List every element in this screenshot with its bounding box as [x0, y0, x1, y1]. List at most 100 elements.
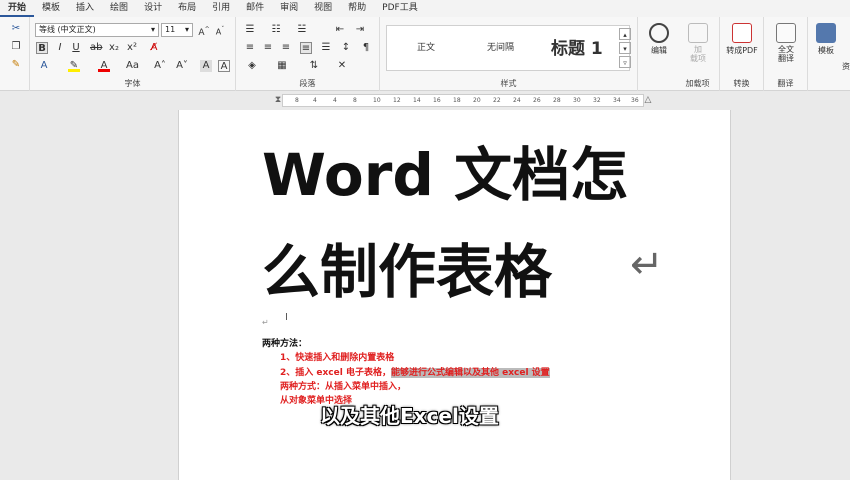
align-left-icon[interactable]: ≡	[244, 42, 256, 54]
text-effects-icon[interactable]: A	[38, 60, 50, 72]
ruler-tick: 24	[513, 97, 521, 104]
justify-icon[interactable]: ≡	[300, 42, 312, 54]
format-painter-icon[interactable]: ✎	[10, 59, 22, 71]
shrink-font-2-icon[interactable]: A˅	[176, 60, 188, 72]
resource-label[interactable]: 资	[842, 61, 850, 72]
copy-icon[interactable]: ❐	[10, 41, 22, 53]
chevron-down-icon: ▾	[150, 25, 155, 34]
convert-group: 转成PDF 转换	[720, 17, 764, 91]
font-group: 等线 (中文正文) ▾ 11 ▾ A^ Aˇ B I U ab x₂ x² A̸ A…	[30, 17, 236, 91]
font-case-icon[interactable]: Aa	[126, 60, 139, 72]
gallery-more-icon[interactable]: ▿	[619, 56, 631, 68]
doc-item2-part1: 2、插入 excel 电子表格，	[280, 368, 391, 378]
char-shading-icon[interactable]: A	[200, 60, 212, 72]
to-pdf-button[interactable]: 转成PDF	[719, 23, 765, 56]
tab-help[interactable]: 帮助	[340, 0, 374, 17]
tab-mailings[interactable]: 邮件	[238, 0, 272, 17]
highlight-icon[interactable]: ✎	[68, 60, 80, 72]
font-group-label: 字体	[124, 79, 141, 88]
addins-group: 加 载项 加载项	[676, 17, 720, 91]
grow-font-2-icon[interactable]: A˄	[154, 60, 166, 72]
ruler-tick: 20	[473, 97, 481, 104]
style-no-spacing[interactable]: 无间隔	[487, 40, 514, 53]
ribbon: ✂ ❐ ✎ 等线 (中文正文) ▾ 11 ▾ A^ Aˇ B I U ab x₂ x…	[0, 17, 850, 91]
subscript-icon[interactable]: x₂	[108, 42, 120, 54]
style-normal[interactable]: 正文	[417, 40, 435, 53]
template-button[interactable]: 模板	[806, 23, 846, 56]
font-color-icon[interactable]: A	[98, 60, 110, 72]
clear-format-icon[interactable]: A̸	[148, 42, 160, 54]
right-indent-marker-icon[interactable]: △	[642, 94, 654, 106]
tab-home[interactable]: 开始	[0, 0, 35, 17]
tab-review[interactable]: 审阅	[272, 0, 306, 17]
ruler-tick: 28	[553, 97, 561, 104]
shrink-font-icon[interactable]: Aˇ	[214, 24, 226, 37]
borders-icon[interactable]: ▦	[276, 60, 288, 72]
shading-icon[interactable]: ◈	[246, 60, 258, 72]
convert-group-label: 转换	[733, 79, 750, 88]
addin-button[interactable]: 加 载项	[675, 23, 721, 63]
tab-design[interactable]: 设计	[136, 0, 170, 17]
ruler-tick: 18	[453, 97, 461, 104]
doc-title-line1: Word 文档怎	[262, 141, 629, 209]
tab-template[interactable]: 模板	[34, 0, 68, 17]
doc-item3: 两种方式：从插入菜单中插入，	[280, 382, 407, 392]
tab-pdf-tools[interactable]: PDF工具	[374, 0, 426, 17]
translate-group-label: 翻译	[777, 79, 794, 88]
bold-icon[interactable]: B	[36, 42, 48, 54]
menu-bar: 开始 模板 插入 绘图 设计 布局 引用 邮件 审阅 视图 帮助 PDF工具	[0, 0, 850, 17]
superscript-icon[interactable]: x²	[126, 42, 138, 54]
search-icon	[649, 23, 669, 43]
font-name-value: 等线 (中文正文)	[39, 25, 96, 34]
text-cursor-icon: I	[285, 312, 288, 323]
ruler-tick: 8	[295, 97, 299, 104]
gallery-up-icon[interactable]: ▴	[619, 28, 631, 40]
ruler-tick: 16	[433, 97, 441, 104]
numbering-icon[interactable]: ☷	[270, 24, 282, 36]
full-translate-button[interactable]: 全文 翻译	[763, 23, 809, 63]
tab-view[interactable]: 视图	[306, 0, 340, 17]
ruler-tick: 32	[593, 97, 601, 104]
doc-item2-selected: 能够进行公式编辑以及其他 excel 设置	[390, 368, 550, 378]
show-marks-icon[interactable]: ¶	[360, 42, 372, 54]
sort-icon[interactable]: ⇅	[308, 60, 320, 72]
ruler-tick: 4	[333, 97, 337, 104]
align-center-icon[interactable]: ≡	[262, 42, 274, 54]
asian-layout-icon[interactable]: ✕	[336, 60, 348, 72]
decrease-indent-icon[interactable]: ⇤	[334, 24, 346, 36]
ruler-tick: 26	[533, 97, 541, 104]
increase-indent-icon[interactable]: ⇥	[354, 24, 366, 36]
gallery-down-icon[interactable]: ▾	[619, 42, 631, 54]
distributed-icon[interactable]: ☰	[320, 42, 332, 54]
doc-item2: 2、插入 excel 电子表格，能够进行公式编辑以及其他 excel 设置	[280, 365, 550, 378]
paragraph-return-icon: ↵	[630, 242, 664, 288]
paragraph-mark-icon: ↵	[262, 318, 269, 327]
underline-icon[interactable]: U	[70, 42, 82, 54]
strikethrough-icon[interactable]: ab	[90, 42, 102, 54]
addins-group-label: 加载项	[685, 79, 710, 88]
ruler-tick: 34	[613, 97, 621, 104]
char-border-icon[interactable]: A	[218, 60, 230, 72]
multilevel-list-icon[interactable]: ☱	[296, 24, 308, 36]
grid-icon	[688, 23, 708, 43]
ruler-tick: 36	[631, 97, 639, 104]
video-caption: 以及其他Excel设置	[320, 404, 499, 428]
styles-group-label: 样式	[500, 79, 517, 88]
cut-icon[interactable]: ✂	[10, 23, 22, 35]
line-spacing-icon[interactable]: ↕	[340, 42, 352, 54]
align-right-icon[interactable]: ≡	[280, 42, 292, 54]
tab-draw[interactable]: 绘图	[102, 0, 136, 17]
ruler-tick: 8	[353, 97, 357, 104]
font-name-select[interactable]: 等线 (中文正文) ▾	[35, 23, 159, 37]
tab-insert[interactable]: 插入	[68, 0, 102, 17]
style-heading1[interactable]: 标题 1	[551, 34, 603, 59]
tab-references[interactable]: 引用	[204, 0, 238, 17]
font-size-select[interactable]: 11 ▾	[161, 23, 193, 37]
template-icon	[816, 23, 836, 43]
clipboard-group: ✂ ❐ ✎	[0, 17, 30, 91]
bullets-icon[interactable]: ☰	[244, 24, 256, 36]
tab-layout[interactable]: 布局	[170, 0, 204, 17]
italic-icon[interactable]: I	[54, 42, 66, 54]
template-label: 模板	[818, 46, 834, 55]
grow-font-icon[interactable]: A^	[198, 24, 210, 38]
